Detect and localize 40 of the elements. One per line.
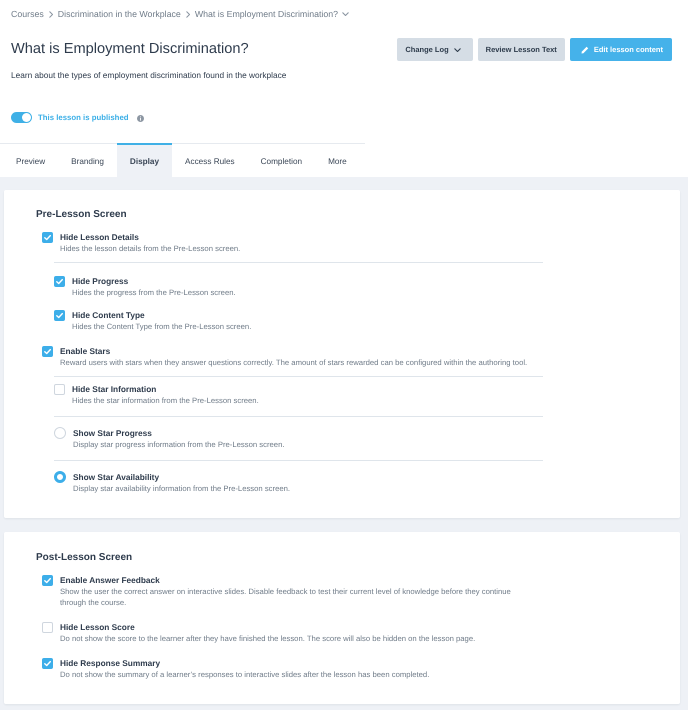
option-label: Hide Content Type bbox=[72, 309, 146, 321]
breadcrumb-link[interactable]: What is Employment Discrimination? bbox=[194, 9, 338, 19]
checkbox[interactable] bbox=[42, 658, 53, 668]
tab[interactable]: Completion bbox=[248, 143, 316, 177]
caret-down-icon bbox=[454, 48, 461, 52]
option-label: Hide Lesson Details bbox=[60, 231, 140, 243]
chevron-right-icon bbox=[48, 10, 53, 18]
tab[interactable]: Branding bbox=[58, 143, 117, 177]
option-label: Hide Progress bbox=[72, 275, 130, 287]
tab[interactable]: Preview bbox=[3, 143, 58, 177]
checkbox[interactable] bbox=[42, 622, 53, 632]
option-label: Hide Response Summary bbox=[60, 657, 162, 669]
breadcrumb-link[interactable]: Discrimination in the Workplace bbox=[58, 9, 181, 19]
section-heading: Pre-Lesson Screen bbox=[36, 209, 128, 221]
tab[interactable]: Access Rules bbox=[172, 143, 248, 177]
page-subtitle: Learn about the types of employment discrimination found in the workplace bbox=[11, 69, 286, 82]
checkbox[interactable] bbox=[54, 276, 65, 286]
page-title: What is Employment Discrimination? bbox=[11, 40, 250, 59]
radio-button[interactable] bbox=[54, 471, 66, 483]
info-icon[interactable] bbox=[136, 114, 144, 122]
checkbox[interactable] bbox=[42, 232, 53, 242]
option-label: Show Star Progress bbox=[73, 427, 153, 439]
option-label: Enable Answer Feedback bbox=[60, 574, 161, 586]
radio-button[interactable] bbox=[54, 427, 66, 439]
option-label: Hide Lesson Score bbox=[60, 621, 136, 633]
checkbox[interactable] bbox=[42, 574, 53, 586]
chevron-right-icon bbox=[186, 10, 190, 18]
option-label: Hide Star Information bbox=[72, 383, 158, 395]
checkbox[interactable] bbox=[54, 310, 65, 320]
breadcrumb-link[interactable]: Courses bbox=[11, 9, 44, 19]
tab[interactable]: Display bbox=[116, 143, 172, 177]
option-label: Enable Stars bbox=[60, 345, 112, 357]
checkbox[interactable] bbox=[54, 384, 65, 394]
checkbox[interactable] bbox=[42, 346, 53, 356]
option-label: Show Star Availability bbox=[73, 471, 160, 483]
caret-down-icon[interactable] bbox=[342, 12, 350, 16]
toggle-switch[interactable] bbox=[11, 112, 32, 122]
pencil-icon bbox=[580, 46, 589, 54]
section-heading: Post-Lesson Screen bbox=[36, 552, 134, 564]
tab[interactable]: More bbox=[315, 143, 360, 177]
